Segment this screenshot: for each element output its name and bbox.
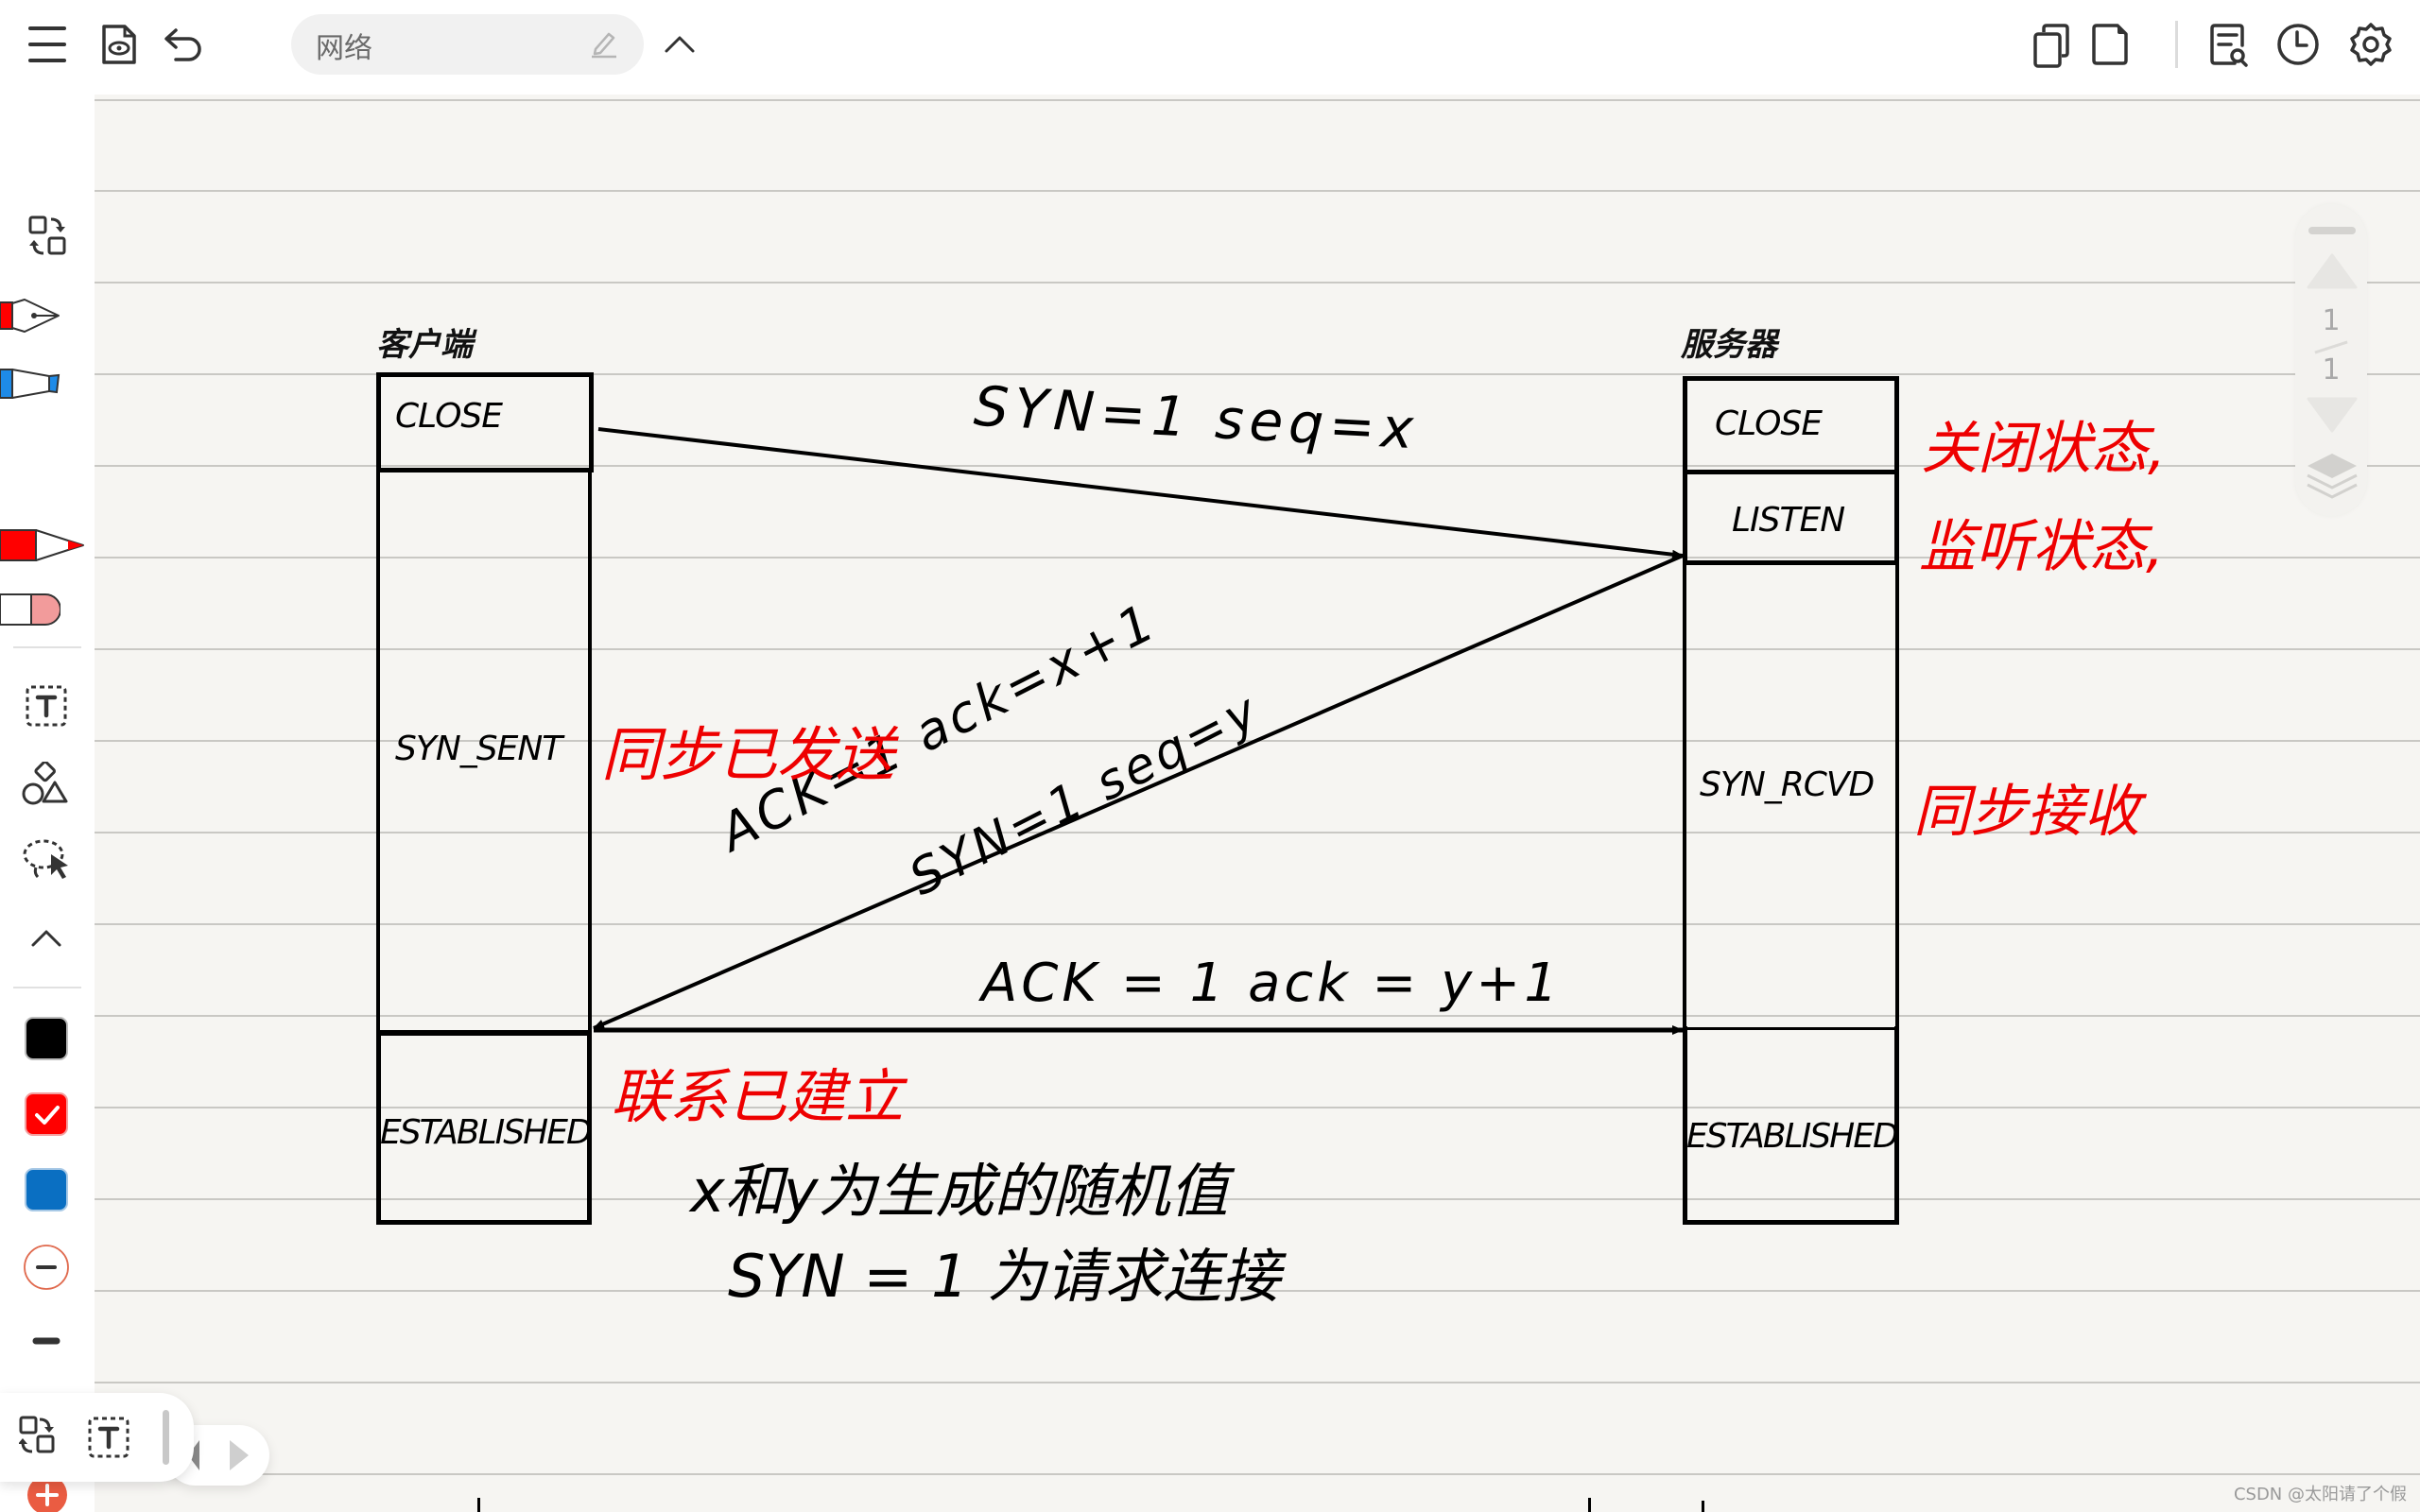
page-separator xyxy=(2314,340,2348,354)
sidebar-divider xyxy=(13,646,81,648)
text-box-icon[interactable] xyxy=(87,1416,130,1459)
file-preview-icon[interactable] xyxy=(100,23,138,66)
footnote-syn-request: SYN = 1 为请求连接 xyxy=(728,1242,1281,1311)
top-toolbar: 网络 xyxy=(0,0,2420,94)
message-ack-label: ACK = 1 ack = y+1 xyxy=(981,953,1562,1014)
shapes-icon[interactable] xyxy=(21,762,70,805)
text-box-icon[interactable] xyxy=(25,684,68,728)
partial-stroke xyxy=(1588,1498,1591,1512)
partial-stroke xyxy=(477,1498,480,1512)
rename-pencil-icon[interactable] xyxy=(590,28,618,59)
page-down-icon[interactable] xyxy=(2307,397,2358,435)
swap-layout-icon[interactable] xyxy=(28,215,68,257)
partial-stroke xyxy=(1702,1501,1704,1512)
lasso-select-icon[interactable] xyxy=(21,837,74,881)
check-icon xyxy=(35,1106,60,1125)
search-document-icon[interactable] xyxy=(2208,23,2250,68)
collapse-tools-icon[interactable] xyxy=(30,928,62,949)
note-listen: 监听状态, xyxy=(1919,514,2165,580)
undo-icon[interactable] xyxy=(163,26,204,64)
note-syn-sent: 同步已发送 xyxy=(601,720,895,789)
history-icon[interactable] xyxy=(2276,23,2320,66)
document-title[interactable]: 网络 xyxy=(316,25,372,66)
stroke-width-medium-option[interactable] xyxy=(32,1334,60,1348)
color-swatch-red[interactable] xyxy=(25,1092,68,1136)
fountain-pen-icon[interactable] xyxy=(0,299,62,333)
total-page-number: 1 xyxy=(2322,353,2341,387)
tool-sidebar xyxy=(0,94,95,1512)
color-swatch-black[interactable] xyxy=(25,1017,68,1060)
page-icon[interactable] xyxy=(2091,23,2129,66)
page-up-icon[interactable] xyxy=(2307,253,2358,291)
current-page-number: 1 xyxy=(2322,304,2341,337)
note-established: 联系已建立 xyxy=(611,1062,905,1131)
pager-grip[interactable] xyxy=(2308,227,2356,234)
quick-tools-bar xyxy=(0,1393,194,1482)
watermark: CSDN @太阳请了个假 xyxy=(2233,1485,2407,1504)
next-page-icon[interactable] xyxy=(226,1436,251,1474)
pages-icon[interactable] xyxy=(2032,23,2070,68)
stroke-width-thin-option[interactable] xyxy=(23,1244,70,1291)
toolbar-divider xyxy=(2175,21,2178,68)
swap-layout-icon[interactable] xyxy=(19,1416,59,1457)
note-close: 关闭状态, xyxy=(1921,416,2167,482)
arrow-syn xyxy=(597,427,1684,559)
footnote-random-values: x和y为生成的随机值 xyxy=(690,1157,1229,1226)
settings-icon[interactable] xyxy=(2348,21,2394,68)
drag-handle[interactable] xyxy=(163,1410,169,1465)
sidebar-divider xyxy=(13,987,81,988)
highlighter-icon[interactable] xyxy=(0,367,62,401)
color-swatch-blue[interactable] xyxy=(25,1168,68,1211)
collapse-toolbar-icon[interactable] xyxy=(664,34,696,55)
page-scroller[interactable]: 1 1 xyxy=(2295,204,2367,516)
note-syn-rcvd: 同步接收 xyxy=(1913,779,2140,845)
layers-icon[interactable] xyxy=(2305,452,2360,507)
pencil-icon[interactable] xyxy=(0,527,85,565)
menu-icon[interactable] xyxy=(26,25,68,64)
eraser-icon[interactable] xyxy=(0,592,60,629)
